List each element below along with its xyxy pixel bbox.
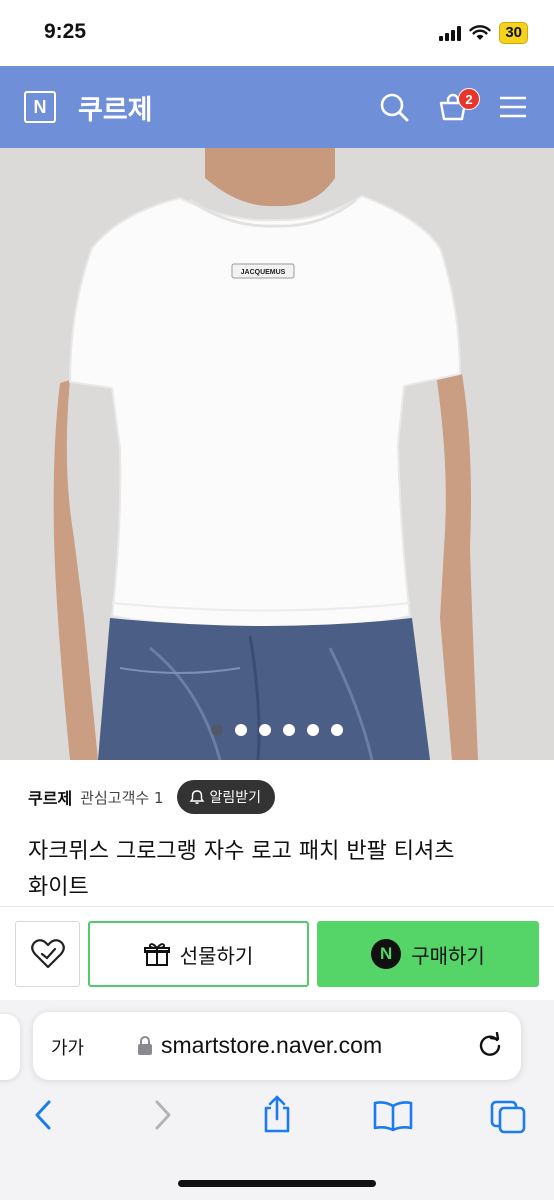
cart-count-badge: 2 bbox=[458, 88, 480, 110]
battery-indicator: 30 bbox=[499, 22, 528, 44]
heart-check-icon bbox=[30, 939, 65, 969]
purchase-action-bar: 선물하기 N 구매하기 bbox=[0, 906, 554, 1000]
pagination-dot[interactable] bbox=[283, 724, 295, 736]
product-title: 자크뮈스 그로그랭 자수 로고 패치 반팔 티셔츠 화이트 bbox=[28, 834, 528, 906]
logo-patch-text: JACQUEMUS bbox=[241, 269, 286, 276]
lock-icon bbox=[138, 1036, 152, 1055]
browser-toolbar: 가가 smartstore.naver.com bbox=[0, 1000, 554, 1200]
model-jeans bbox=[98, 618, 430, 760]
pagination-dot[interactable] bbox=[235, 724, 247, 736]
menu-icon[interactable] bbox=[496, 90, 530, 124]
buy-label: 구매하기 bbox=[411, 943, 485, 968]
pagination-dot[interactable] bbox=[211, 724, 223, 736]
wishlist-button[interactable] bbox=[15, 921, 80, 987]
product-title-line-1: 자크뮈스 그로그랭 자수 로고 패치 반팔 티셔츠 bbox=[28, 839, 455, 864]
product-image[interactable]: JACQUEMUS bbox=[0, 148, 554, 760]
pagination-dot[interactable] bbox=[331, 724, 343, 736]
tabs-icon[interactable] bbox=[490, 1100, 526, 1134]
follower-count: 관심고객수 1 bbox=[80, 788, 164, 807]
back-icon[interactable] bbox=[32, 1098, 54, 1132]
status-icons: 30 bbox=[439, 22, 528, 44]
forward-icon[interactable] bbox=[152, 1098, 174, 1132]
url-text: smartstore.naver.com bbox=[161, 1032, 383, 1058]
t-shirt bbox=[68, 194, 462, 630]
cellular-signal-icon bbox=[439, 25, 462, 41]
gift-label: 선물하기 bbox=[179, 943, 254, 968]
seller-name[interactable]: 쿠르제 bbox=[28, 785, 72, 809]
image-pagination bbox=[0, 724, 554, 736]
product-title-line-2: 화이트 bbox=[28, 875, 89, 900]
store-name[interactable]: 쿠르제 bbox=[78, 88, 153, 127]
bell-plus-icon bbox=[190, 790, 205, 804]
store-header: N 쿠르제 2 bbox=[0, 66, 554, 148]
status-bar: 9:25 30 bbox=[0, 0, 554, 66]
share-icon[interactable] bbox=[260, 1094, 294, 1134]
naver-pay-icon: N bbox=[371, 939, 402, 969]
seller-row: 쿠르제 관심고객수 1 알림받기 bbox=[28, 780, 276, 814]
buy-button[interactable]: N 구매하기 bbox=[317, 921, 539, 987]
previous-tab-preview[interactable] bbox=[0, 1014, 20, 1080]
alarm-button[interactable]: 알림받기 bbox=[177, 780, 276, 814]
home-indicator bbox=[178, 1180, 376, 1187]
pagination-dot[interactable] bbox=[259, 724, 271, 736]
gift-icon bbox=[143, 943, 170, 966]
bookmarks-icon[interactable] bbox=[373, 1100, 413, 1132]
status-time: 9:25 bbox=[44, 20, 87, 43]
text-size-button[interactable]: 가가 bbox=[51, 1034, 84, 1060]
naver-logo-icon[interactable]: N bbox=[24, 91, 56, 123]
gift-button[interactable]: 선물하기 bbox=[88, 921, 309, 987]
address-bar[interactable]: 가가 smartstore.naver.com bbox=[33, 1012, 521, 1080]
pagination-dot[interactable] bbox=[307, 724, 319, 736]
wifi-icon bbox=[469, 25, 492, 40]
search-icon[interactable] bbox=[377, 90, 411, 124]
reload-icon[interactable] bbox=[477, 1032, 503, 1058]
alarm-label: 알림받기 bbox=[209, 790, 262, 806]
